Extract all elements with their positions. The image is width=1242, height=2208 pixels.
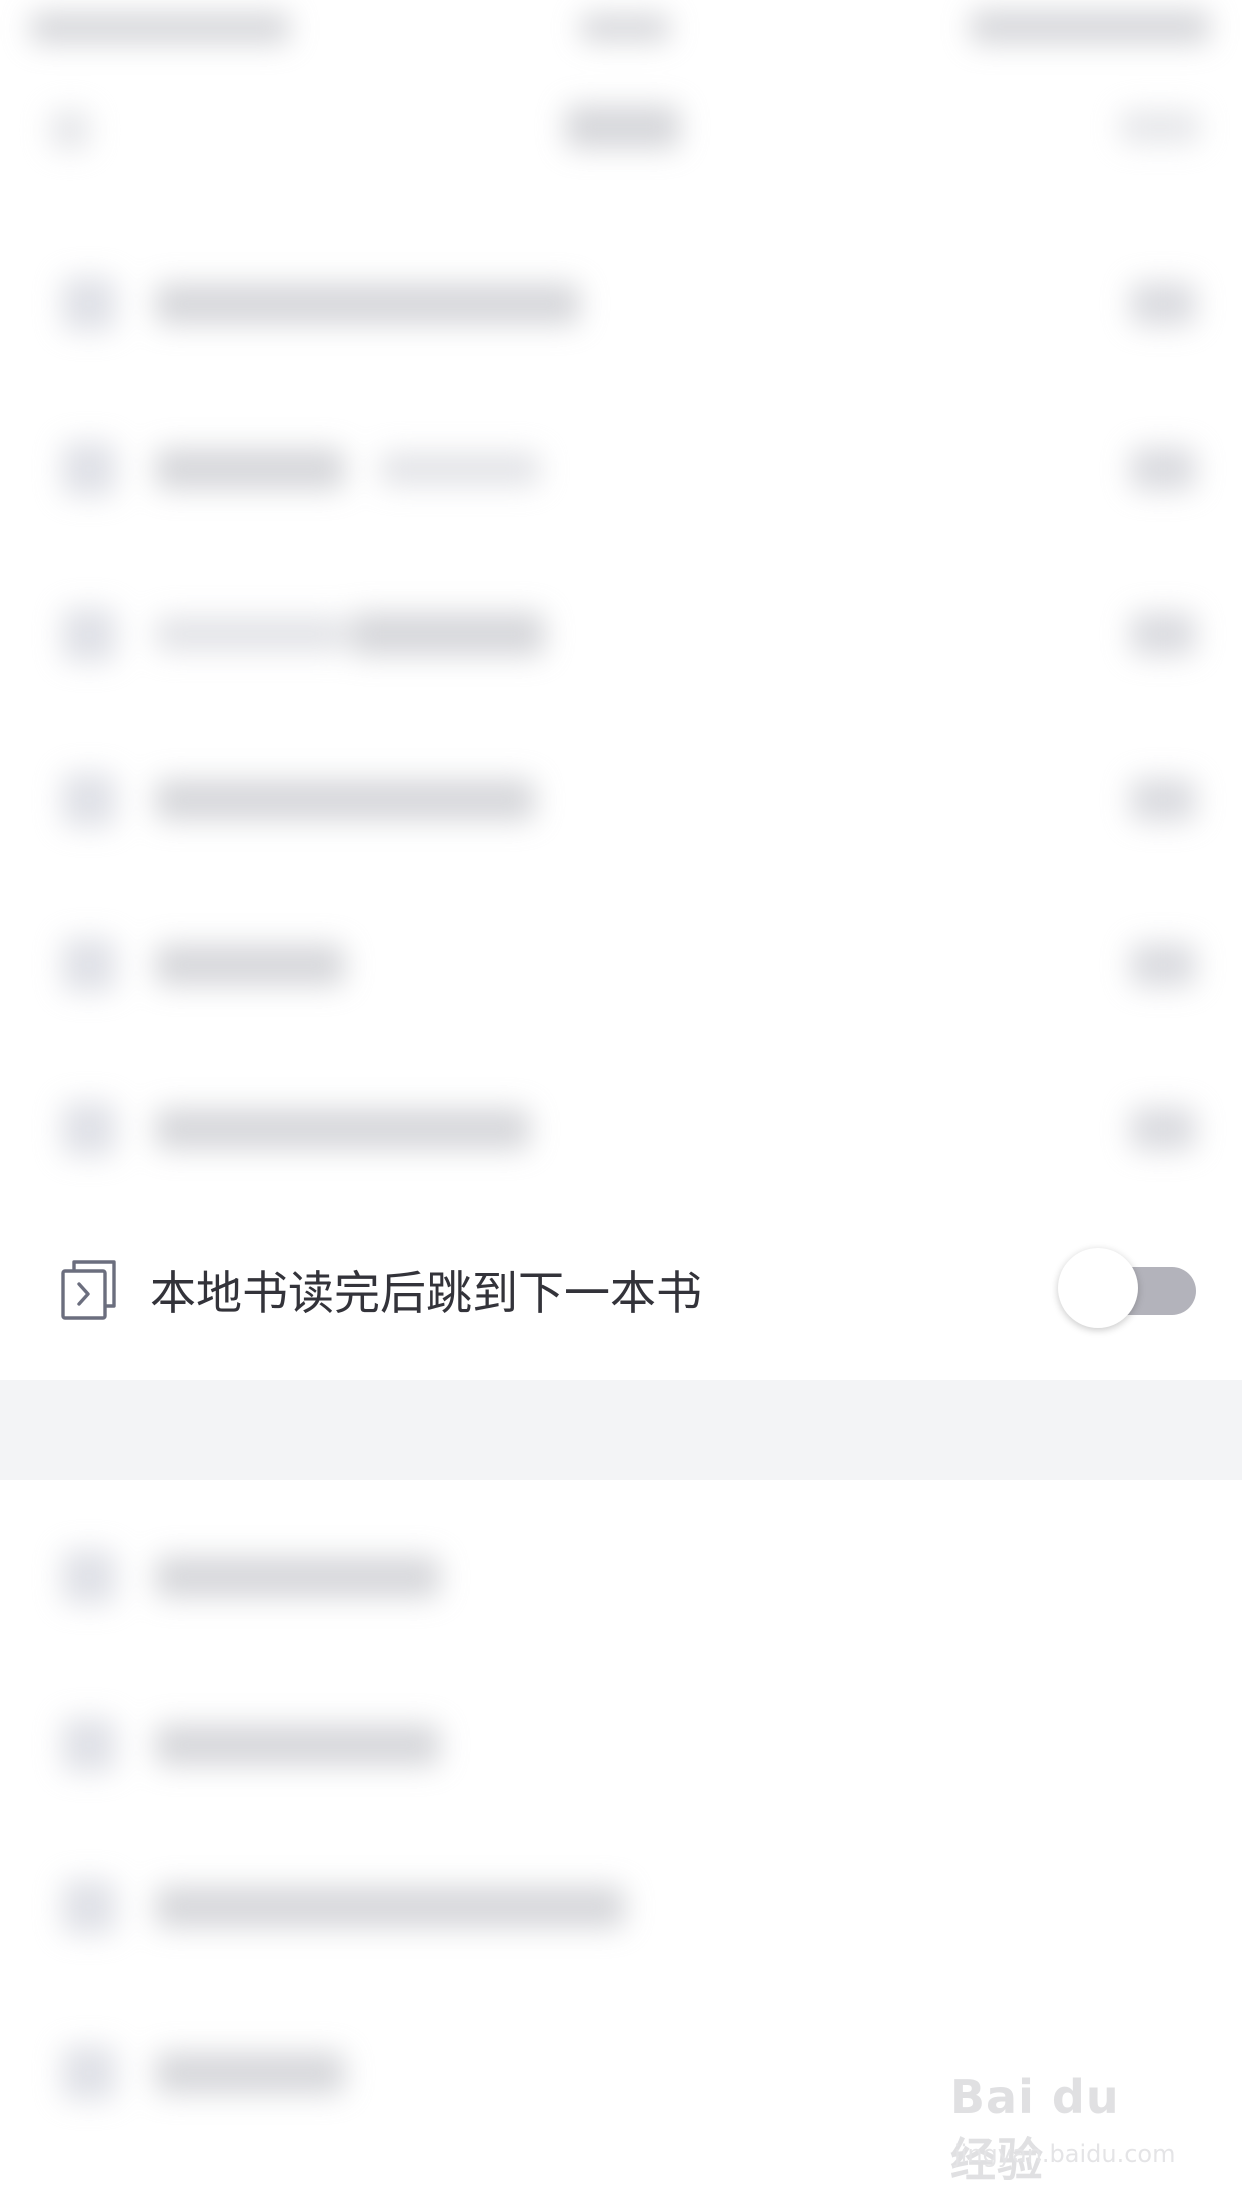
row-text-blur xyxy=(155,779,535,821)
status-bar-center-blur xyxy=(580,14,670,42)
row-icon-blur xyxy=(62,1718,116,1772)
row-icon-blur xyxy=(62,1880,116,1934)
row-icon-blur xyxy=(62,442,116,496)
setting-label: 本地书读完后跳到下一本书 xyxy=(150,1266,702,1320)
row-right-blur xyxy=(1130,778,1196,822)
row-icon-blur xyxy=(62,938,116,992)
row-icon-blur xyxy=(62,1550,116,1604)
toggle-knob xyxy=(1058,1248,1138,1328)
row-right-blur xyxy=(1130,943,1196,987)
row-right-blur xyxy=(1130,612,1196,656)
baidu-jingyan-watermark: Bai du 经验 jingyan.baidu.com xyxy=(950,2070,1180,2190)
blurred-background xyxy=(0,0,1242,2208)
row-text-blur xyxy=(155,616,345,652)
watermark-url: jingyan.baidu.com xyxy=(954,2140,1176,2168)
next-book-toggle[interactable] xyxy=(1058,1248,1198,1334)
next-book-icon xyxy=(60,1259,118,1321)
row-right-blur xyxy=(1130,1107,1196,1151)
row-text-blur xyxy=(155,1724,440,1766)
row-text-blur xyxy=(155,1886,625,1928)
row-text-blur xyxy=(155,1108,530,1150)
row-right-blur xyxy=(1130,447,1196,491)
nav-right-blur xyxy=(1120,110,1200,144)
row-text-blur xyxy=(155,944,345,986)
row-icon-blur xyxy=(62,2046,116,2100)
nav-back-blur xyxy=(50,110,90,150)
status-bar-right-blur xyxy=(970,10,1210,44)
row-right-blur xyxy=(1130,282,1196,326)
row-icon-blur xyxy=(62,277,116,331)
status-bar-left-blur xyxy=(30,12,290,44)
row-text-blur xyxy=(155,283,580,325)
nav-title-blur xyxy=(565,105,680,149)
row-text-blur xyxy=(380,452,540,486)
row-text-blur xyxy=(155,2052,345,2094)
row-text-blur xyxy=(155,448,345,490)
setting-row-next-book[interactable]: 本地书读完后跳到下一本书 xyxy=(0,1213,1242,1373)
watermark-logo: Bai du 经验 xyxy=(950,2070,1120,2187)
section-divider xyxy=(0,1380,1242,1480)
row-icon-blur xyxy=(62,773,116,827)
row-text-blur xyxy=(350,612,545,656)
row-icon-blur xyxy=(62,1102,116,1156)
row-icon-blur xyxy=(62,608,116,662)
row-text-blur xyxy=(155,1556,440,1598)
